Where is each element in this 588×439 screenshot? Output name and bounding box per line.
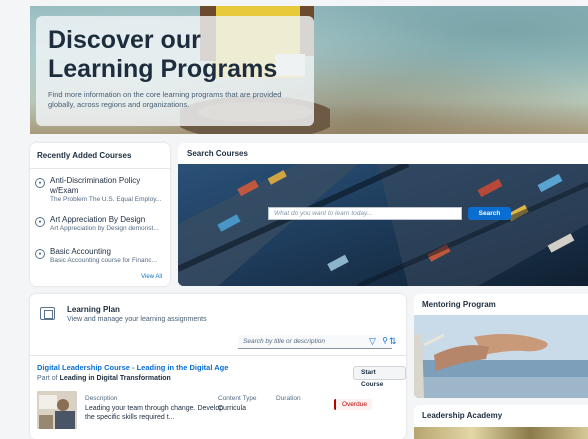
learning-plan-subtitle: View and manage your learning assignment… xyxy=(67,316,207,323)
content-type-label: Content Type xyxy=(218,395,257,402)
mentoring-image xyxy=(414,315,588,398)
duration-label: Duration xyxy=(276,395,301,402)
mentoring-program-card[interactable]: Mentoring Program xyxy=(414,294,588,398)
course-thumbnail xyxy=(37,391,77,429)
search-banner-image xyxy=(178,164,588,286)
learning-plan-icon xyxy=(40,307,55,320)
recent-course-item[interactable]: ● Art Appreciation By Design Art Appreci… xyxy=(35,215,167,232)
hero-card: Discover our Learning Programs Find more… xyxy=(36,16,314,126)
search-icon[interactable]: ⚲ xyxy=(382,336,388,345)
recent-course-item[interactable]: ● Anti-Discrimination Policy w/Exam The … xyxy=(35,176,167,203)
course-title-link[interactable]: Digital Leadership Course - Leading in t… xyxy=(37,363,228,372)
academy-header: Leadership Academy xyxy=(422,411,503,420)
description-value: Leading your team through change. Develo… xyxy=(85,405,224,421)
plan-search-placeholder: Search by title or description xyxy=(243,338,326,345)
content-type-value: Curricula xyxy=(218,405,247,412)
recently-added-courses-card: Recently Added Courses ● Anti-Discrimina… xyxy=(30,143,170,286)
recent-course-item[interactable]: ● Basic Accounting Basic Accounting cour… xyxy=(35,247,167,264)
part-of-text: Part of Leading in Digital Transformatio… xyxy=(37,375,171,382)
search-input[interactable]: What do you want to learn today... xyxy=(268,207,462,220)
recent-course-title: Anti-Discrimination Policy w/Exam xyxy=(50,176,141,195)
recent-header: Recently Added Courses xyxy=(30,143,170,169)
recent-course-desc: Basic Accounting course for Financ... xyxy=(50,257,157,264)
mentoring-header: Mentoring Program xyxy=(422,300,496,309)
course-icon: ● xyxy=(35,217,45,227)
recent-course-desc: The Problem The U.S. Equal Employ... xyxy=(50,196,162,203)
recent-course-desc: Art Appreciation by Design demonst... xyxy=(50,225,159,232)
hero-banner: Discover our Learning Programs Find more… xyxy=(30,6,588,134)
recent-course-title: Basic Accounting xyxy=(50,247,111,256)
hero-title: Discover our Learning Programs xyxy=(48,26,278,83)
divider xyxy=(30,355,406,356)
view-all-link[interactable]: View All xyxy=(141,274,162,280)
learning-plan-title: Learning Plan xyxy=(67,305,120,314)
search-courses-header: Search Courses xyxy=(187,149,248,158)
hero-subtitle: Find more information on the core learni… xyxy=(48,90,282,109)
description-label: Description xyxy=(85,395,118,402)
overdue-status-badge: Overdue xyxy=(334,399,372,410)
part-of-label: Part of xyxy=(37,375,58,382)
filter-icon[interactable]: ▽ xyxy=(369,336,376,347)
recent-course-title: Art Appreciation By Design xyxy=(50,215,146,224)
course-icon: ● xyxy=(35,178,45,188)
part-of-value[interactable]: Leading in Digital Transformation xyxy=(60,375,171,382)
academy-image xyxy=(414,427,588,439)
sort-icon[interactable]: ⇅ xyxy=(389,336,397,347)
learning-plan-card: Learning Plan View and manage your learn… xyxy=(30,294,406,439)
leadership-academy-card[interactable]: Leadership Academy xyxy=(414,405,588,439)
search-button[interactable]: Search xyxy=(468,207,511,220)
start-course-button[interactable]: Start Course xyxy=(353,366,406,388)
course-icon: ● xyxy=(35,249,45,259)
search-courses-card: Search Courses What do you want to learn… xyxy=(178,143,588,286)
